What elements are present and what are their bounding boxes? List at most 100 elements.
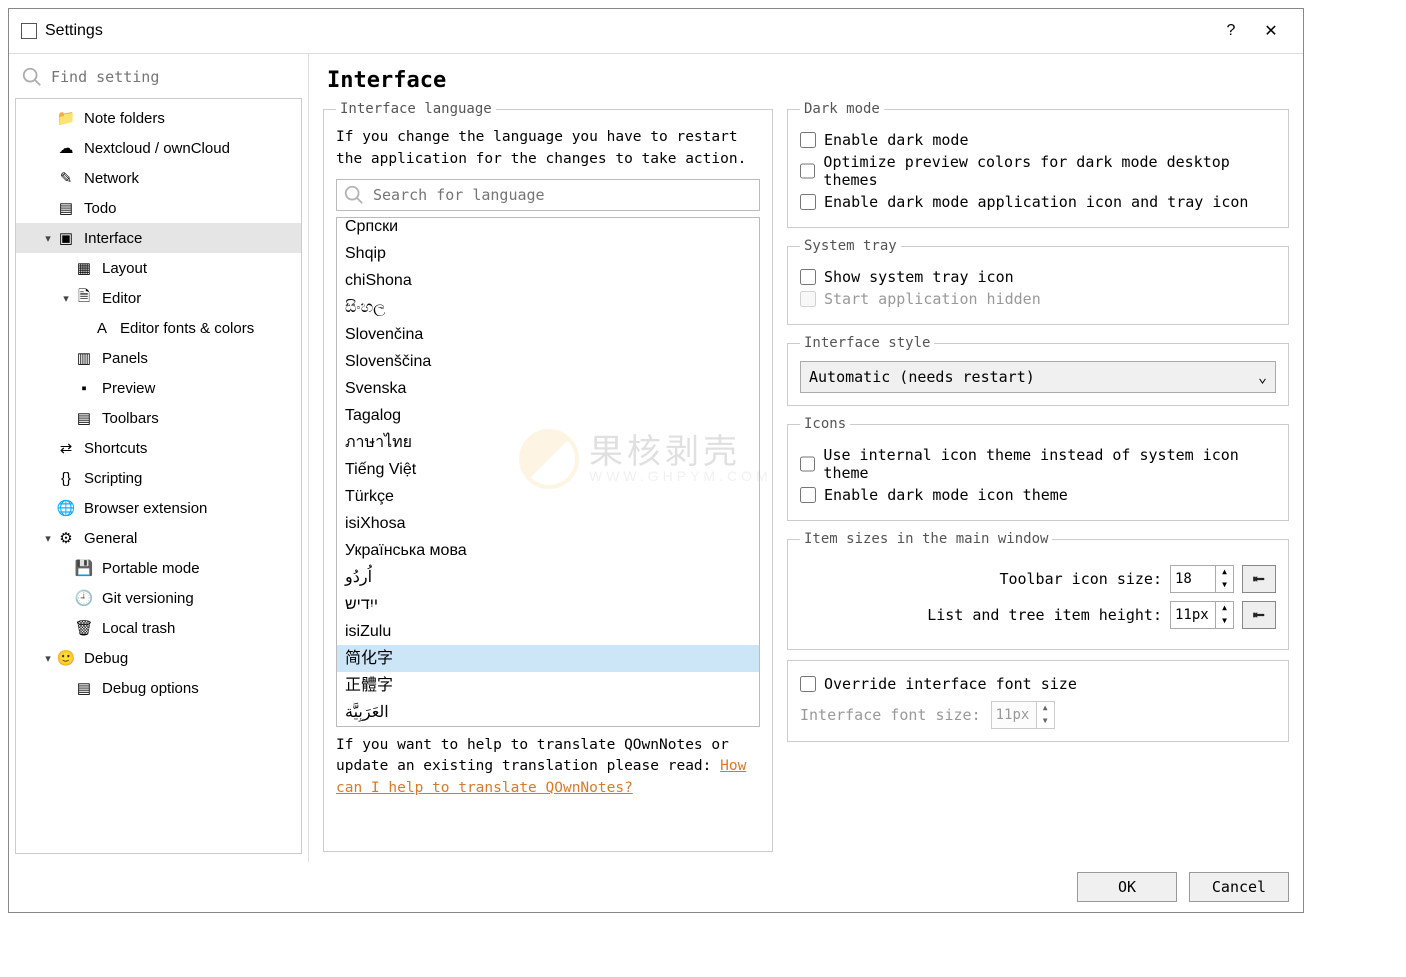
tree-item-shortcuts[interactable]: ⇄Shortcuts [16,433,301,463]
tree-item-scripting[interactable]: {} Scripting [16,463,301,493]
close-button[interactable]: ✕ [1251,17,1291,45]
tree-item-label: Preview [102,380,155,397]
app-icon [21,23,37,39]
tree-item-label: Nextcloud / ownCloud [84,140,230,157]
tree-item-label: Scripting [84,470,142,487]
tree-item-layout[interactable]: ▦ Layout [16,253,301,283]
tree-item-label: Debug options [102,680,199,697]
style-legend: Interface style [800,335,934,351]
search-icon [21,66,43,88]
override-font-checkbox[interactable] [800,676,816,692]
font-icon: A [92,320,112,337]
language-option[interactable]: العَرَبِيَّة [337,699,759,726]
language-option[interactable]: Shqip [337,240,759,267]
language-option[interactable]: Türkçe [337,483,759,510]
language-option[interactable]: Українська мова [337,537,759,564]
settings-tree[interactable]: 📁 Note folders ☁ Nextcloud / ownCloud ✎Netwo… [15,98,302,854]
language-option[interactable]: 简化字 [337,645,759,672]
toolbars-icon: ▤ [74,409,94,427]
language-option[interactable]: Slovenščina [337,348,759,375]
tree-item-label: Note folders [84,110,165,127]
tree-item-git-versioning[interactable]: 🕘Git versioning [16,583,301,613]
language-option[interactable]: chiShona [337,267,759,294]
language-option[interactable]: isiXhosa [337,510,759,537]
language-option[interactable]: Tagalog [337,402,759,429]
spin-down[interactable]: ▼ [1216,579,1233,592]
tree-item-browser-extension[interactable]: 🌐Browser extension [16,493,301,523]
list-icon: ▤ [56,199,76,217]
preview-icon: ▪ [74,380,94,397]
help-button[interactable]: ? [1211,17,1251,45]
enable-dark-mode-checkbox[interactable] [800,132,816,148]
toolbar-size-reset[interactable] [1242,565,1276,593]
folder-icon: 📁 [56,109,76,127]
tree-item-interface[interactable]: ▾▣Interface [16,223,301,253]
sizes-legend: Item sizes in the main window [800,531,1052,547]
tree-item-label: Layout [102,260,147,277]
language-option[interactable]: Tiếng Việt [337,456,759,483]
tree-item-local-trash[interactable]: 🗑Local trash [16,613,301,643]
toolbar-size-spinner[interactable]: ▲▼ [1170,565,1234,593]
show-tray-checkbox[interactable] [800,269,816,285]
tree-item-nextcloud-owncloud[interactable]: ☁ Nextcloud / ownCloud [16,133,301,163]
ok-button[interactable]: OK [1077,872,1177,902]
list-height-label: List and tree item height: [800,606,1162,624]
layout-icon: ▦ [74,259,94,277]
dark-icon-theme-checkbox[interactable] [800,487,816,503]
list-height-spinner[interactable]: ▲▼ [1170,601,1234,629]
tree-item-note-folders[interactable]: 📁 Note folders [16,103,301,133]
tree-item-label: Network [84,170,139,187]
spin-up[interactable]: ▲ [1216,602,1233,615]
tree-item-network[interactable]: ✎Network [16,163,301,193]
tree-item-toolbars[interactable]: ▤ Toolbars [16,403,301,433]
interface-style-select[interactable]: Automatic (needs restart) ⌄ [800,361,1276,393]
spin-down[interactable]: ▼ [1216,615,1233,628]
internal-icon-theme-checkbox[interactable] [800,456,815,472]
language-option[interactable]: ייִדיש [337,591,759,618]
page-title: Interface [327,68,1289,93]
list-height-reset[interactable] [1242,601,1276,629]
clock-icon: 🕘 [74,589,94,607]
smile-icon: 🙂 [56,649,76,667]
language-option[interactable]: සිංහල [337,294,759,321]
cancel-button[interactable]: Cancel [1189,872,1289,902]
lang-search-input[interactable] [373,186,753,204]
tree-item-editor[interactable]: ▾🗎Editor [16,283,301,313]
cloud-icon: ☁ [56,139,76,157]
language-option[interactable]: Svenska [337,375,759,402]
tree-item-debug[interactable]: ▾🙂Debug [16,643,301,673]
tray-legend: System tray [800,238,901,254]
tree-item-editor-fonts-colors[interactable]: AEditor fonts & colors [16,313,301,343]
tree-item-label: Toolbars [102,410,159,427]
window-title: Settings [45,22,103,40]
tree-item-todo[interactable]: ▤ Todo [16,193,301,223]
tree-item-portable-mode[interactable]: 💾Portable mode [16,553,301,583]
tree-item-panels[interactable]: ▥Panels [16,343,301,373]
language-option[interactable]: 正體字 [337,672,759,699]
tree-item-label: Browser extension [84,500,207,517]
dark-icon-checkbox[interactable] [800,194,816,210]
font-size-spinner: ▲▼ [991,701,1055,729]
list-icon: ▤ [74,679,94,697]
language-option[interactable]: Српски [337,217,759,240]
optimize-preview-checkbox[interactable] [800,163,815,179]
start-hidden-checkbox [800,291,816,307]
spin-up[interactable]: ▲ [1216,566,1233,579]
language-list[interactable]: русскийСрпскиShqipchiShonaසිංහලSlovenčin… [336,217,760,727]
language-option[interactable]: Slovenčina [337,321,759,348]
caret-icon: ▾ [40,652,56,665]
language-option[interactable]: ภาษาไทย [337,429,759,456]
find-setting-input[interactable] [51,68,296,86]
dark-legend: Dark mode [800,101,884,117]
tree-item-general[interactable]: ▾⚙General [16,523,301,553]
tree-item-label: Todo [84,200,117,217]
font-size-label: Interface font size: [800,706,981,724]
braces-icon: {} [56,470,76,487]
tree-item-preview[interactable]: ▪ Preview [16,373,301,403]
language-option[interactable]: اُردُو [337,564,759,591]
tree-item-debug-options[interactable]: ▤ Debug options [16,673,301,703]
caret-icon: ▾ [40,532,56,545]
lang-note: If you change the language you have to r… [336,127,760,171]
toolbar-size-label: Toolbar icon size: [800,570,1162,588]
language-option[interactable]: isiZulu [337,618,759,645]
